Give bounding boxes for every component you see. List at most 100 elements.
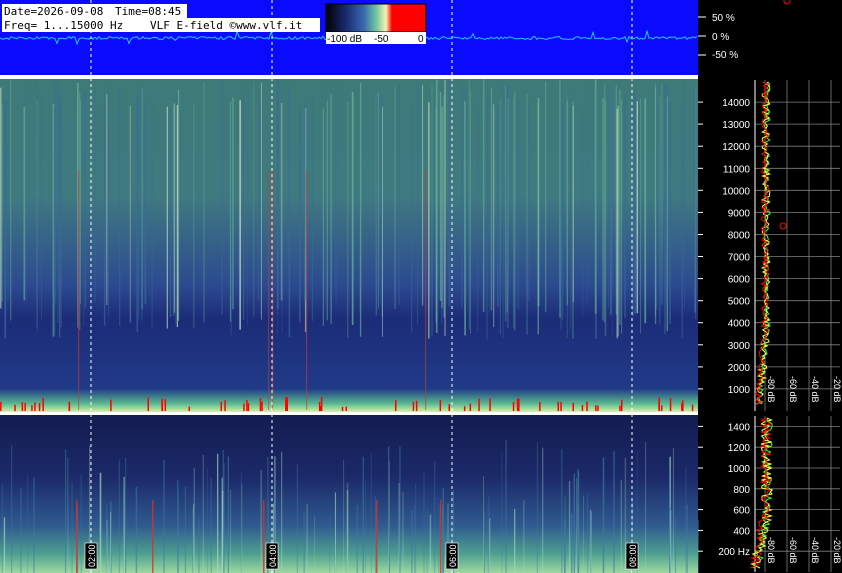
spectrogram-streak bbox=[499, 99, 501, 335]
spectrogram-streak bbox=[376, 96, 378, 310]
spectrogram-streak bbox=[493, 104, 495, 328]
spectrogram-streak bbox=[561, 106, 564, 321]
sferic-spike bbox=[560, 402, 562, 411]
spectrogram-streak bbox=[281, 451, 283, 573]
spectrogram-streak bbox=[665, 84, 668, 302]
time-marker-label: 02:00 bbox=[84, 542, 98, 570]
sferic-streak bbox=[78, 170, 80, 410]
spectrogram-streak bbox=[99, 472, 102, 573]
frequency-tick-label: 5000 bbox=[728, 297, 751, 308]
spectrogram-streak bbox=[429, 514, 432, 573]
spectrogram-streak bbox=[311, 98, 314, 321]
spectrogram-streak bbox=[576, 478, 578, 573]
colorbar bbox=[325, 3, 427, 33]
sferic-spike bbox=[572, 402, 574, 411]
spectrogram-streak bbox=[615, 85, 617, 315]
spectrogram-streak bbox=[536, 446, 538, 573]
frequency-tick-label: 11000 bbox=[723, 164, 751, 175]
spectrogram-streak bbox=[695, 82, 697, 320]
spectrogram-streak bbox=[523, 500, 525, 573]
spectrogram-streak bbox=[106, 519, 108, 573]
spectrogram-canvas: 1000200030004000500060007000800090001000… bbox=[0, 0, 842, 573]
sferic-spike bbox=[110, 399, 112, 411]
spectrogram-streak bbox=[442, 488, 444, 573]
spectrogram-streak bbox=[490, 87, 493, 311]
frequency-tick-label: 9000 bbox=[728, 208, 751, 219]
sferic-spike bbox=[691, 404, 694, 411]
spectrogram-streak bbox=[417, 80, 418, 325]
spectrogram-streak bbox=[260, 470, 262, 573]
spectrogram-streak bbox=[362, 456, 364, 573]
sferic-spike bbox=[34, 402, 36, 411]
spectrogram-streak bbox=[398, 85, 400, 305]
spectrogram-streak bbox=[422, 84, 424, 306]
spectrogram-streak bbox=[329, 516, 331, 573]
sferic-spike bbox=[448, 404, 450, 411]
spectrogram-streak bbox=[217, 453, 219, 573]
spectrogram-streak bbox=[566, 96, 568, 339]
spectrogram-streak bbox=[672, 448, 674, 573]
db-tick-text: -60 dB bbox=[788, 376, 798, 403]
spectrogram-streak bbox=[178, 89, 180, 321]
sferic-spike bbox=[439, 399, 442, 411]
sferic-streak bbox=[376, 500, 378, 573]
time-marker-text: 06:00 bbox=[448, 544, 458, 567]
spectrogram-streak bbox=[477, 106, 479, 333]
time-marker-label: 08:00 bbox=[625, 542, 639, 570]
spectrogram-streak bbox=[378, 92, 379, 309]
spectrogram-streak bbox=[314, 515, 316, 573]
spectrogram-streak bbox=[443, 95, 445, 318]
frequency-tick-label: 8000 bbox=[728, 231, 751, 242]
db-tick-label: -20 dB bbox=[832, 537, 842, 564]
spectrogram-streak bbox=[135, 486, 138, 573]
spectrogram-streak bbox=[482, 79, 485, 312]
sferic-spike bbox=[243, 403, 245, 411]
spectrogram-streak bbox=[572, 105, 574, 302]
spectrogram-streak bbox=[501, 453, 503, 573]
sferic-spike bbox=[21, 402, 24, 411]
spectrogram-streak bbox=[80, 474, 82, 573]
spectrogram-streak bbox=[587, 493, 589, 573]
spectrogram-streak bbox=[620, 479, 622, 573]
sferic-streak bbox=[76, 500, 78, 573]
spectrogram-streak bbox=[277, 99, 279, 336]
spectrogram-streak bbox=[106, 94, 108, 305]
spectrogram-streak bbox=[681, 101, 683, 338]
db-tick-label: -60 dB bbox=[788, 537, 798, 564]
spectrogram-streak bbox=[108, 84, 109, 322]
spectrogram-streak bbox=[537, 103, 539, 335]
spectrogram-streak bbox=[423, 472, 425, 573]
colorbar-tick-min: -100 dB bbox=[327, 34, 362, 45]
spectrogram-streak bbox=[569, 102, 571, 334]
spectrogram-streak bbox=[281, 82, 283, 334]
spectrogram-streak bbox=[253, 81, 255, 317]
db-tick-text: -40 dB bbox=[810, 537, 820, 564]
peak-marker bbox=[779, 222, 787, 230]
sferic-spike bbox=[246, 399, 248, 411]
sferic-spike bbox=[658, 397, 660, 411]
spectrogram-streak bbox=[138, 92, 139, 318]
spectrogram-streak bbox=[686, 504, 688, 573]
spectrogram-streak bbox=[489, 518, 491, 573]
sferic-spike bbox=[247, 403, 250, 411]
spectrogram-streak bbox=[502, 82, 505, 338]
spectrogram-streak bbox=[612, 88, 613, 337]
spectrogram-streak bbox=[10, 79, 12, 321]
frequency-tick-label: 1000 bbox=[728, 464, 751, 475]
spectrogram-streak bbox=[11, 445, 13, 573]
frequency-tick-label: 1000 bbox=[728, 385, 751, 396]
spectrogram-streak bbox=[468, 79, 470, 330]
spectrogram-streak bbox=[79, 92, 81, 330]
wave-tick-50: 50 % bbox=[712, 13, 735, 24]
spectrogram-streak bbox=[259, 104, 261, 314]
source-label: VLF E-field ©www.vlf.it bbox=[150, 19, 302, 32]
spectrogram-streak bbox=[202, 454, 204, 573]
db-tick-label: -40 dB bbox=[810, 376, 820, 403]
frequency-tick-label: 1400 bbox=[728, 422, 751, 433]
sferic-spike bbox=[42, 398, 44, 411]
time-marker-text: 04:00 bbox=[268, 544, 278, 567]
db-tick-text: -20 dB bbox=[832, 376, 842, 403]
spectrogram-streak bbox=[486, 92, 488, 340]
spectrogram-streak bbox=[335, 80, 337, 302]
time-marker-label: 04:00 bbox=[265, 542, 279, 570]
